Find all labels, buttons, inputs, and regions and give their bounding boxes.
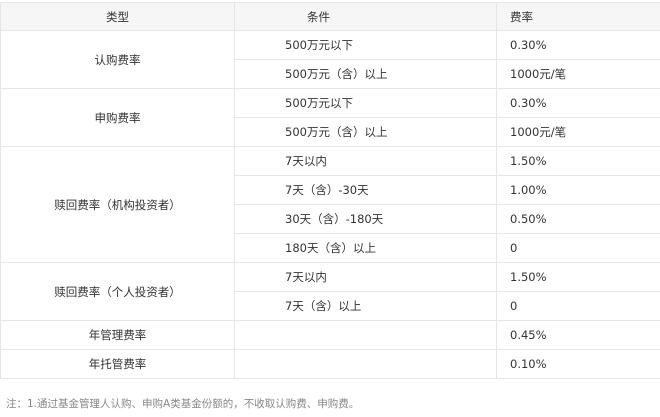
rate-cell: 1.00% bbox=[496, 175, 660, 205]
rate-cell: 1000元/笔 bbox=[496, 117, 660, 147]
rate-cell: 0.30% bbox=[496, 30, 660, 60]
fee-table: 类型 条件 费率 认购费率 500万元以下 0.30% 500万元（含）以上 1… bbox=[0, 2, 660, 379]
fee-type-management: 年管理费率 bbox=[0, 320, 235, 350]
table-row: 认购费率 500万元以下 0.30% bbox=[0, 30, 660, 89]
header-type: 类型 bbox=[0, 2, 235, 31]
condition-cell bbox=[234, 349, 497, 379]
table-header-row: 类型 条件 费率 bbox=[0, 2, 660, 31]
table-row: 年管理费率 0.45% bbox=[0, 320, 660, 350]
table-row: 申购费率 500万元以下 0.30% bbox=[0, 88, 660, 147]
condition-cell: 30天（含）-180天 bbox=[234, 204, 497, 234]
table-row: 赎回费率（个人投资者） 7天以内 1.50% bbox=[0, 262, 660, 321]
condition-cell: 500万元以下 bbox=[234, 88, 497, 118]
fee-type-purchase: 申购费率 bbox=[0, 88, 235, 147]
condition-cell bbox=[234, 320, 497, 350]
fee-type-redemption-institutional: 赎回费率（机构投资者） bbox=[0, 146, 235, 263]
rate-cell: 0 bbox=[496, 233, 660, 263]
rate-cell: 1.50% bbox=[496, 146, 660, 176]
condition-cell: 500万元以下 bbox=[234, 30, 497, 60]
fee-type-redemption-individual: 赎回费率（个人投资者） bbox=[0, 262, 235, 321]
condition-cell: 7天（含）-30天 bbox=[234, 175, 497, 205]
condition-cell: 7天以内 bbox=[234, 262, 497, 292]
condition-cell: 7天（含）以上 bbox=[234, 291, 497, 321]
footnote: 注：1.通过基金管理人认购、申购A类基金份额的，不收取认购费、申购费。 bbox=[6, 398, 360, 410]
condition-cell: 7天以内 bbox=[234, 146, 497, 176]
condition-cell: 500万元（含）以上 bbox=[234, 59, 497, 89]
fee-table-page: 类型 条件 费率 认购费率 500万元以下 0.30% 500万元（含）以上 1… bbox=[0, 0, 660, 417]
condition-cell: 500万元（含）以上 bbox=[234, 117, 497, 147]
fee-type-custody: 年托管费率 bbox=[0, 349, 235, 379]
rate-cell: 0.10% bbox=[496, 349, 660, 379]
rate-cell: 0.30% bbox=[496, 88, 660, 118]
rate-cell: 0 bbox=[496, 291, 660, 321]
table-row: 年托管费率 0.10% bbox=[0, 349, 660, 379]
rate-cell: 1.50% bbox=[496, 262, 660, 292]
fee-type-subscription: 认购费率 bbox=[0, 30, 235, 89]
header-condition: 条件 bbox=[234, 2, 497, 31]
header-rate: 费率 bbox=[496, 2, 660, 31]
table-row: 赎回费率（机构投资者） 7天以内 1.50% bbox=[0, 146, 660, 263]
rate-cell: 0.45% bbox=[496, 320, 660, 350]
rate-cell: 0.50% bbox=[496, 204, 660, 234]
condition-cell: 180天（含）以上 bbox=[234, 233, 497, 263]
rate-cell: 1000元/笔 bbox=[496, 59, 660, 89]
